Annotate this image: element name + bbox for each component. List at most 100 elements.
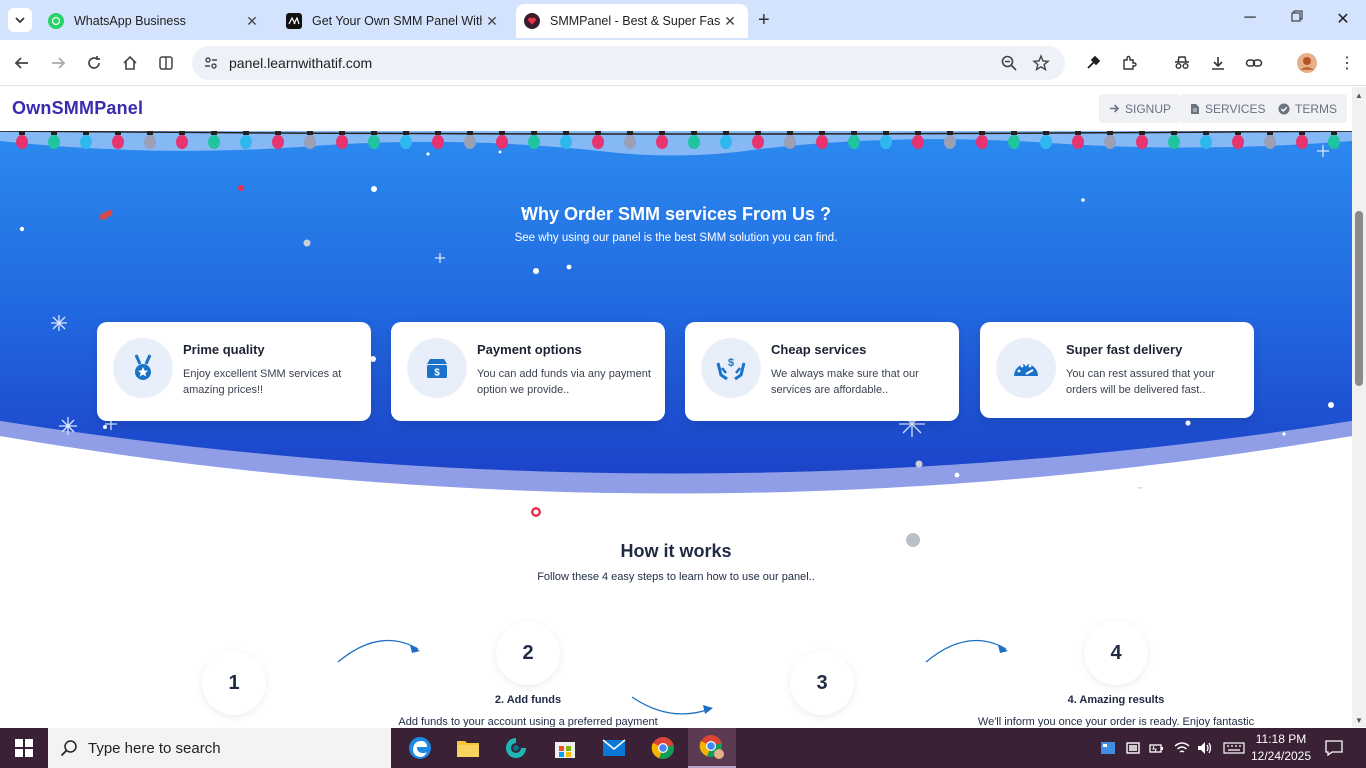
taskbar-app-teal[interactable]: [492, 728, 540, 768]
card-title: Payment options: [477, 342, 582, 357]
profile-avatar[interactable]: [1296, 52, 1318, 74]
site-logo[interactable]: OwnSMMPanel: [12, 98, 143, 119]
tab-title: WhatsApp Business: [74, 14, 186, 28]
step-4-title: 4. Amazing results: [1067, 694, 1165, 706]
eyedropper-extension-icon[interactable]: [1082, 52, 1104, 74]
bookmark-star-icon[interactable]: [1032, 54, 1050, 77]
tab-whatsapp[interactable]: WhatsApp Business ✕: [40, 4, 270, 38]
windows-taskbar: Type here to search 11:18 PM 12/24/2025: [0, 728, 1366, 768]
keyboard-icon[interactable]: [1222, 738, 1246, 758]
close-tab-icon[interactable]: ✕: [242, 13, 262, 30]
scrollbar-thumb[interactable]: [1355, 211, 1363, 386]
notifications-icon[interactable]: [1323, 738, 1345, 758]
feature-card-super-fast-delivery: Super fast delivery You can rest assured…: [980, 322, 1254, 418]
mail-icon: [602, 739, 626, 756]
svg-text:$: $: [434, 368, 440, 379]
taskbar-chrome-profile[interactable]: [688, 728, 736, 768]
card-title: Super fast delivery: [1066, 342, 1183, 357]
store-icon: [555, 742, 575, 758]
start-button[interactable]: [0, 728, 48, 768]
windows-logo-icon: [15, 739, 33, 757]
tab-search-button[interactable]: [8, 8, 32, 32]
extensions-puzzle-icon[interactable]: [1118, 52, 1140, 74]
forward-button[interactable]: [47, 52, 69, 74]
arrow-right-icon: [52, 57, 66, 69]
home-button[interactable]: [119, 52, 141, 74]
address-bar[interactable]: panel.learnwithatif.com: [192, 46, 1065, 80]
heart-favicon-icon: [524, 13, 540, 29]
tab-get-smm-panel[interactable]: Get Your Own SMM Panel With ✕: [278, 4, 510, 38]
link-icon[interactable]: [1243, 52, 1265, 74]
taskbar-mail[interactable]: [590, 728, 638, 768]
close-tab-icon[interactable]: ✕: [482, 13, 502, 30]
document-icon: [1191, 103, 1199, 114]
arrow-left-icon: [14, 57, 28, 69]
step-4-circle: 4: [1084, 621, 1148, 685]
why-title: Why Order SMM services From Us ?: [520, 204, 832, 224]
taskbar-store[interactable]: [541, 728, 589, 768]
zoom-icon[interactable]: [1000, 54, 1018, 77]
hands-dollar-icon: $: [701, 338, 761, 398]
arrow-right-icon: [1110, 104, 1120, 113]
wifi-icon[interactable]: [1172, 738, 1192, 758]
check-circle-icon: [1278, 103, 1290, 114]
scroll-down-arrow-icon[interactable]: ▼: [1355, 716, 1363, 725]
step-2-circle: 2: [496, 621, 560, 685]
taskbar-file-explorer[interactable]: [444, 728, 492, 768]
folder-icon: [457, 741, 479, 757]
card-description: Enjoy excellent SMM services at amazing …: [183, 368, 342, 396]
why-subtitle: See why using our panel is the best SMM …: [514, 232, 838, 244]
new-tab-button[interactable]: +: [758, 9, 770, 32]
chrome-profile-icon: [699, 735, 724, 759]
tray-app-icon[interactable]: [1098, 738, 1118, 758]
medal-icon: [113, 338, 173, 398]
close-tab-icon[interactable]: ✕: [720, 13, 740, 30]
speedometer-icon: [996, 338, 1056, 398]
split-view-button[interactable]: [155, 52, 177, 74]
site-header: OwnSMMPanel SIGNUP SERVICES TERMS: [0, 87, 1352, 131]
url-text: panel.learnwithatif.com: [229, 55, 373, 71]
close-window-button[interactable]: ✕: [1333, 9, 1353, 29]
tray-device-icon[interactable]: [1123, 738, 1143, 758]
card-description: We always make sure that our services ar…: [771, 368, 919, 396]
card-title: Cheap services: [771, 342, 867, 357]
site-favicon-icon: [286, 13, 302, 29]
taskbar-search-box[interactable]: Type here to search: [48, 728, 391, 768]
chevron-down-icon: [15, 17, 25, 24]
taskbar-edge[interactable]: [396, 728, 444, 768]
nav-services[interactable]: SERVICES: [1180, 94, 1276, 123]
back-button[interactable]: [11, 52, 33, 74]
reload-icon: [88, 56, 100, 69]
site-info-icon[interactable]: [203, 55, 219, 76]
reload-button[interactable]: [83, 52, 105, 74]
nav-signup[interactable]: SIGNUP: [1099, 94, 1182, 123]
scroll-up-arrow-icon[interactable]: ▲: [1355, 91, 1363, 100]
restore-button[interactable]: [1287, 9, 1307, 27]
svg-text:$: $: [728, 357, 734, 369]
nav-terms[interactable]: TERMS: [1268, 94, 1347, 123]
feature-card-payment-options: $ Payment options You can add funds via …: [391, 322, 665, 421]
nav-terms-label: TERMS: [1295, 101, 1337, 116]
step-4-description: We'll inform you once your order is read…: [977, 716, 1255, 727]
taskbar-chrome[interactable]: [639, 728, 687, 768]
tab-smmpanel[interactable]: SMMPanel - Best & Super Fast S ✕: [516, 4, 748, 38]
incognito-icon[interactable]: [1171, 52, 1193, 74]
step-3-circle: 3: [790, 651, 854, 715]
clock-time: 11:18 PM: [1255, 732, 1307, 746]
card-description: You can add funds via any payment option…: [477, 368, 651, 396]
page-scrollbar[interactable]: ▲ ▼: [1352, 87, 1366, 727]
minimize-button[interactable]: ─: [1240, 9, 1260, 27]
hero-background: [0, 131, 1352, 494]
taskbar-clock[interactable]: 11:18 PM 12/24/2025: [1248, 731, 1314, 765]
browser-menu-icon[interactable]: ⋮: [1336, 52, 1358, 74]
web-page: OwnSMMPanel SIGNUP SERVICES TERMS Why Or…: [0, 87, 1352, 727]
search-icon: [60, 740, 77, 757]
battery-icon[interactable]: [1147, 738, 1167, 758]
step-2-title: 2. Add funds: [494, 694, 562, 706]
whatsapp-icon: [48, 13, 64, 29]
tab-title: Get Your Own SMM Panel With: [312, 14, 482, 28]
download-icon[interactable]: [1207, 52, 1229, 74]
app-logo-icon: [506, 738, 526, 758]
volume-icon[interactable]: [1195, 738, 1215, 758]
step-2-description: Add funds to your account using a prefer…: [398, 716, 658, 727]
